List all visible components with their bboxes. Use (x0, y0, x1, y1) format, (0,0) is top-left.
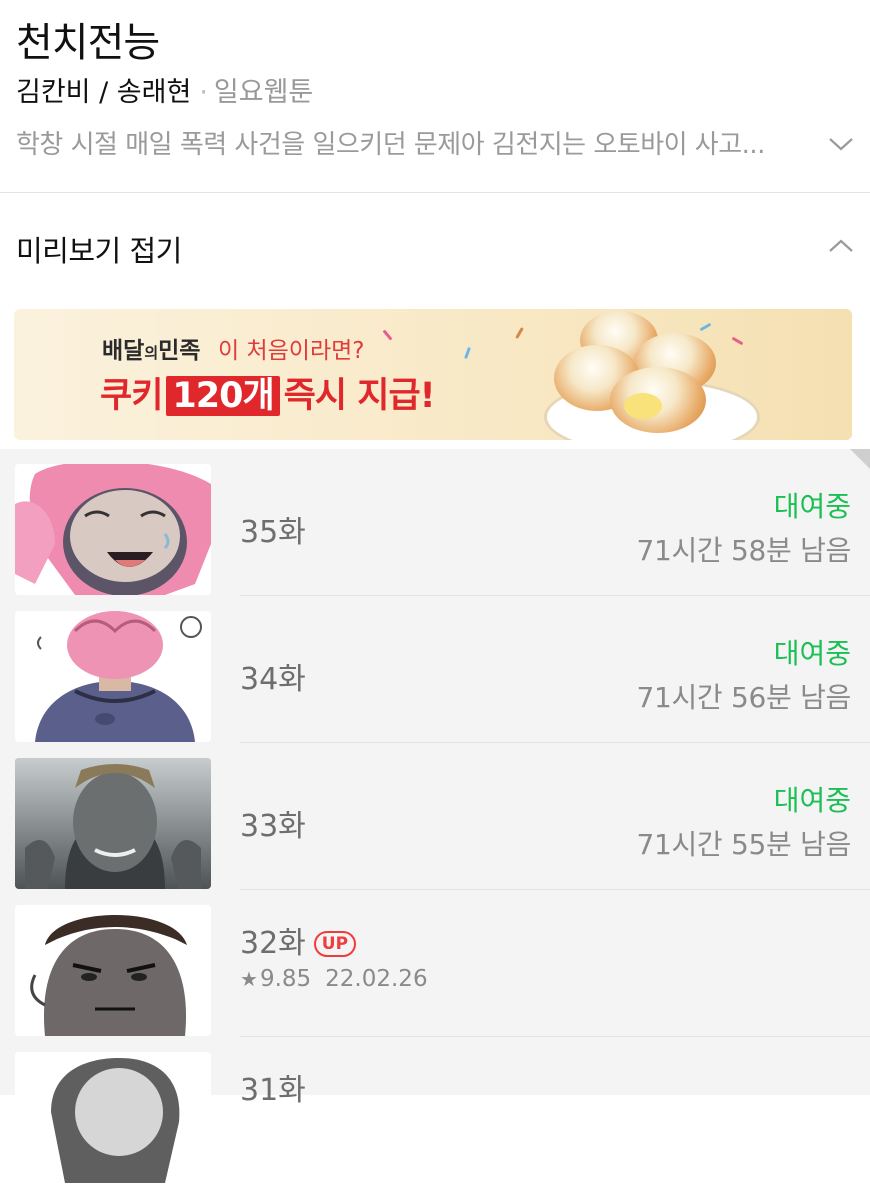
meta-separator-dot: · (199, 77, 208, 108)
star-icon: ★ (240, 967, 258, 991)
episode-thumbnail (15, 758, 211, 889)
episode-date: 22.02.26 (325, 966, 428, 992)
banner-promo: 쿠키 120개 즉시 지급! (100, 376, 436, 416)
episode-title: 31화 (240, 1073, 306, 1108)
episode-row[interactable]: 33화 대여중 71시간 55분 남음 (0, 743, 870, 890)
rental-remaining: 71시간 55분 남음 (636, 828, 851, 861)
webtoon-header: 천치전능 김칸비 / 송래현 · 일요웹툰 학창 시절 매일 폭력 사건을 일으키던… (0, 0, 870, 192)
webtoon-meta: 김칸비 / 송래현 · 일요웹툰 (16, 70, 313, 109)
preview-toggle-label[interactable]: 미리보기 접기 (16, 228, 182, 270)
episode-thumbnail (15, 464, 211, 595)
episode-title: 35화 (240, 515, 306, 550)
webtoon-title: 천치전능 (16, 20, 160, 66)
episode-rating-row: ★9.85 22.02.26 (240, 966, 428, 992)
banner-intro: 이 처음이라면? (218, 338, 365, 364)
episode-thumbnail (15, 1052, 211, 1183)
episode-thumbnail (15, 905, 211, 1036)
rental-remaining: 71시간 58분 남음 (636, 534, 851, 567)
episode-list: 35화 대여중 71시간 58분 남음 34화 대여중 71시간 56분 남음 (0, 449, 870, 1183)
rental-status: 대여중 (773, 637, 851, 670)
episode-thumbnail (15, 611, 211, 742)
episode-row[interactable]: 31화 (0, 1037, 870, 1184)
rental-remaining: 71시간 56분 남음 (636, 681, 851, 714)
rating-value: 9.85 (259, 966, 312, 992)
up-badge: UP (313, 931, 357, 957)
episode-row[interactable]: 32화 UP ★9.85 22.02.26 (0, 890, 870, 1037)
chevron-up-icon[interactable] (828, 237, 854, 255)
promo-banner[interactable]: 배달의민족 이 처음이라면? 쿠키 120개 즉시 지급! (14, 309, 852, 440)
episode-title: 32화 UP (240, 918, 357, 962)
section-divider (0, 192, 870, 193)
chevron-down-icon[interactable] (828, 135, 854, 153)
banner-brand: 배달의민족 (102, 338, 201, 364)
episode-title: 33화 (240, 809, 306, 844)
episode-title: 34화 (240, 662, 306, 697)
synopsis[interactable]: 학창 시절 매일 폭력 사건을 일으키던 문제아 김전지는 오토바이 사고... (16, 124, 796, 161)
rental-status: 대여중 (773, 490, 851, 523)
rental-status: 대여중 (773, 784, 851, 817)
authors[interactable]: 김칸비 / 송래현 (16, 77, 191, 108)
episode-row[interactable]: 34화 대여중 71시간 56분 남음 (0, 596, 870, 743)
genre: 일요웹툰 (213, 77, 314, 108)
episode-row[interactable]: 35화 대여중 71시간 58분 남음 (0, 449, 870, 596)
